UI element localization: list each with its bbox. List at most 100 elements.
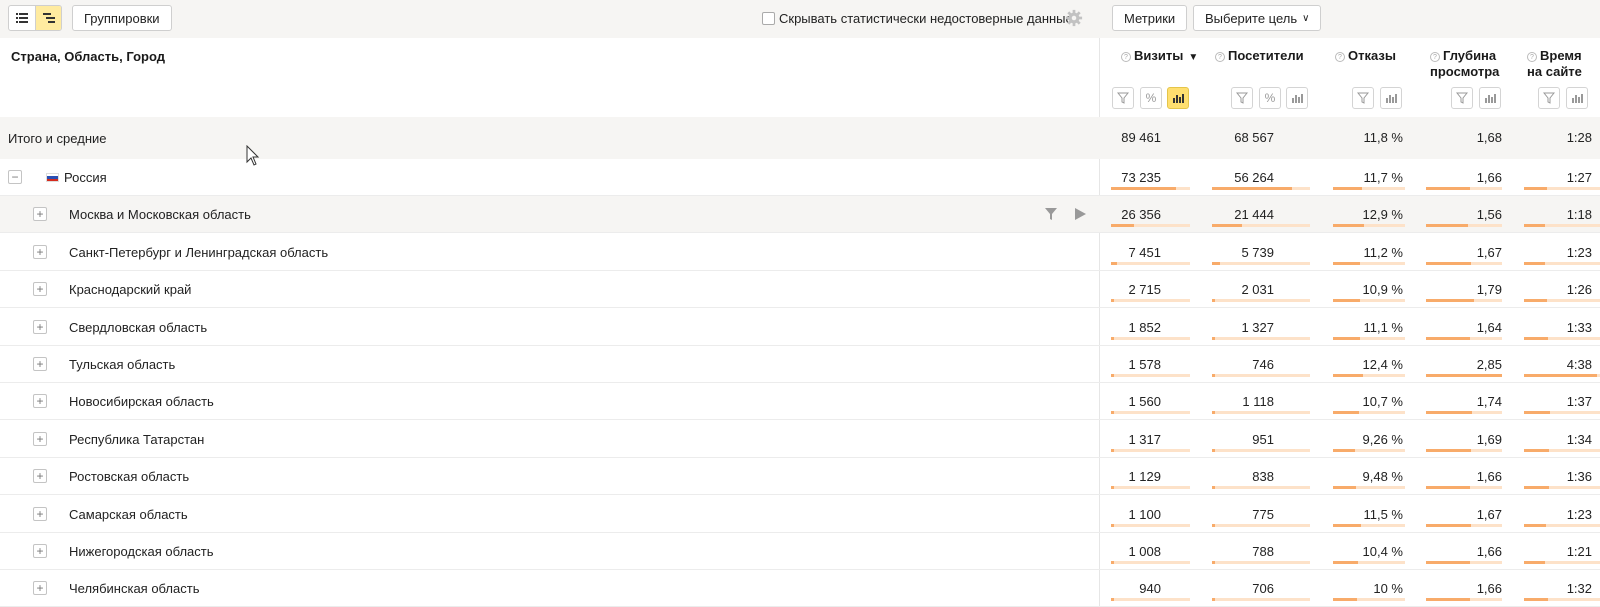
filter-icon[interactable]	[1352, 87, 1374, 109]
goal-select[interactable]: Выберите цель ∨	[1193, 5, 1322, 31]
collapse-icon[interactable]: −	[8, 170, 22, 184]
row-filter-icon[interactable]	[1044, 207, 1058, 221]
metric-header-visits[interactable]: ? Визиты ▼	[1121, 48, 1198, 66]
value-bar-visitors	[1212, 337, 1310, 340]
value-bar-depth	[1426, 598, 1502, 601]
filter-icon[interactable]	[1538, 87, 1560, 109]
hide-unreliable-toggle[interactable]: Скрывать статистически недостоверные дан…	[762, 11, 1073, 26]
cell-time: 1:26	[1566, 282, 1592, 297]
bar-chart-icon[interactable]	[1286, 87, 1308, 109]
metric-header-time[interactable]: ? Время на сайте	[1527, 48, 1582, 80]
value-bar-bounces	[1333, 486, 1405, 489]
help-icon[interactable]: ?	[1335, 52, 1345, 62]
bar-chart-icon[interactable]	[1566, 87, 1588, 109]
gear-icon[interactable]	[1065, 9, 1083, 27]
bar-chart-icon[interactable]	[1479, 87, 1501, 109]
cell-time: 1:23	[1566, 507, 1592, 522]
expand-icon[interactable]: +	[33, 432, 47, 446]
cell-time: 1:36	[1566, 469, 1592, 484]
help-icon[interactable]: ?	[1527, 52, 1537, 62]
metrics-button[interactable]: Метрики	[1112, 5, 1188, 31]
cell-visits: 1 852	[1128, 320, 1161, 335]
expand-icon[interactable]: +	[33, 245, 47, 259]
cell-visitors: 788	[1252, 544, 1274, 559]
percent-icon[interactable]: %	[1259, 87, 1281, 109]
row-name[interactable]: Свердловская область	[69, 320, 207, 335]
cell-visitors: 951	[1252, 432, 1274, 447]
row-name[interactable]: Республика Татарстан	[69, 432, 204, 447]
toolbar: Группировки Скрывать статистически недос…	[0, 0, 1600, 38]
row-name[interactable]: Новосибирская область	[69, 394, 214, 409]
value-bar-depth	[1426, 524, 1502, 527]
cell-bounces: 11,2 %	[1363, 245, 1403, 260]
row-name[interactable]: Россия	[64, 170, 107, 185]
table-row[interactable]: + Ростовская область 1 129 838 9,48 % 1,66 1:3…	[0, 458, 1600, 495]
cell-bounces: 12,9 %	[1362, 207, 1403, 222]
groupings-button[interactable]: Группировки	[72, 5, 172, 31]
cell-visitors: 1 118	[1242, 394, 1274, 409]
bar-chart-icon[interactable]	[1167, 87, 1189, 109]
table-row[interactable]: + Республика Татарстан 1 317 951 9,26 % 1,69 1…	[0, 421, 1600, 458]
table-row[interactable]: + Краснодарский край 2 715 2 031 10,9 % 1,79 1…	[0, 271, 1600, 308]
expand-icon[interactable]: +	[33, 282, 47, 296]
help-icon[interactable]: ?	[1215, 52, 1225, 62]
row-play-icon[interactable]	[1073, 207, 1087, 221]
value-bar-visitors	[1212, 299, 1310, 302]
filter-icon[interactable]	[1112, 87, 1134, 109]
value-bar-visitors	[1212, 262, 1310, 265]
table-row[interactable]: + Челябинская область 940 706 10 % 1,66 1:32	[0, 570, 1600, 607]
metric-header-label: Визиты	[1134, 48, 1184, 63]
value-bar-time	[1524, 449, 1600, 452]
help-icon[interactable]: ?	[1430, 52, 1440, 62]
table-row[interactable]: − Россия 73 235 56 264 11,7 % 1,66 1:27	[0, 159, 1600, 196]
row-name[interactable]: Санкт-Петербург и Ленинградская область	[69, 245, 328, 260]
tree-view-button[interactable]	[35, 6, 61, 30]
expand-icon[interactable]: +	[33, 357, 47, 371]
expand-icon[interactable]: +	[33, 581, 47, 595]
metric-header-label: Время	[1540, 48, 1582, 63]
table-row[interactable]: + Москва и Московская область 26 356 21 444…	[0, 196, 1600, 233]
cell-visits: 1 129	[1128, 469, 1161, 484]
value-bar-bounces	[1333, 411, 1405, 414]
row-name[interactable]: Нижегородская область	[69, 544, 214, 559]
table-row[interactable]: + Санкт-Петербург и Ленинградская область…	[0, 234, 1600, 271]
list-view-button[interactable]	[9, 6, 35, 30]
metric-header-depth[interactable]: ? Глубина просмотра	[1430, 48, 1499, 80]
table-row[interactable]: + Новосибирская область 1 560 1 118 10,7 % 1,…	[0, 383, 1600, 420]
metric-header-bounces[interactable]: ? Отказы	[1335, 48, 1396, 64]
cell-bounces: 10,9 %	[1362, 282, 1403, 297]
expand-icon[interactable]: +	[33, 207, 47, 221]
row-name[interactable]: Москва и Московская область	[69, 207, 251, 222]
row-name[interactable]: Краснодарский край	[69, 282, 191, 297]
cell-depth: 1,67	[1476, 507, 1502, 522]
cell-visits: 1 100	[1128, 507, 1161, 522]
table-row[interactable]: + Самарская область 1 100 775 11,5 % 1,67 1:23	[0, 496, 1600, 533]
row-name[interactable]: Челябинская область	[69, 581, 199, 596]
hide-unreliable-checkbox[interactable]	[762, 12, 775, 25]
expand-icon[interactable]: +	[33, 544, 47, 558]
row-name[interactable]: Самарская область	[69, 507, 188, 522]
table-row[interactable]: + Нижегородская область 1 008 788 10,4 % 1,66…	[0, 533, 1600, 570]
value-bar-depth	[1426, 449, 1502, 452]
row-name[interactable]: Тульская область	[69, 357, 175, 372]
expand-icon[interactable]: +	[33, 469, 47, 483]
help-icon[interactable]: ?	[1121, 52, 1131, 62]
expand-icon[interactable]: +	[33, 320, 47, 334]
value-bar-depth	[1426, 262, 1502, 265]
expand-icon[interactable]: +	[33, 507, 47, 521]
percent-icon[interactable]: %	[1140, 87, 1162, 109]
metric-header-label: на сайте	[1527, 64, 1582, 79]
filter-icon[interactable]	[1451, 87, 1473, 109]
cell-depth: 1,66	[1476, 469, 1502, 484]
cell-visits: 940	[1139, 581, 1161, 596]
value-bar-visits	[1111, 411, 1190, 414]
row-name[interactable]: Ростовская область	[69, 469, 189, 484]
filter-icon[interactable]	[1231, 87, 1253, 109]
value-bar-bounces	[1333, 449, 1405, 452]
bar-chart-icon[interactable]	[1380, 87, 1402, 109]
metric-header-visitors[interactable]: ? Посетители	[1215, 48, 1304, 64]
value-bar-depth	[1426, 299, 1502, 302]
table-row[interactable]: + Свердловская область 1 852 1 327 11,1 % 1,6…	[0, 309, 1600, 346]
table-row[interactable]: + Тульская область 1 578 746 12,4 % 2,85 4:38	[0, 346, 1600, 383]
expand-icon[interactable]: +	[33, 394, 47, 408]
